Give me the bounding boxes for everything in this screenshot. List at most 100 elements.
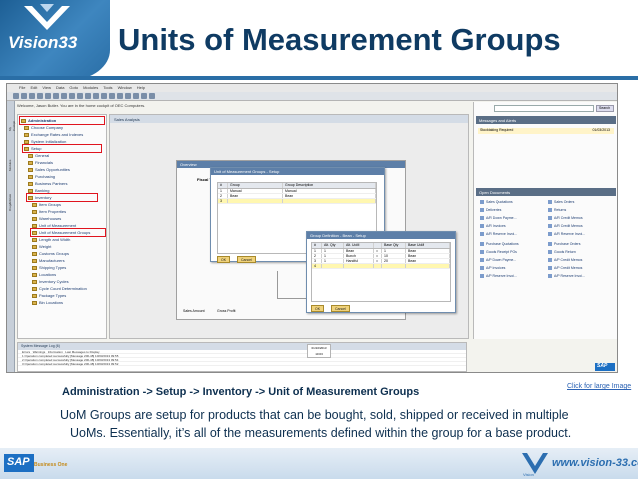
menu-item-view[interactable]: View bbox=[42, 85, 51, 91]
cancel-button[interactable]: Cancel bbox=[331, 305, 350, 312]
sap-app-screenshot[interactable]: File Edit View Data Goto Modules Tools W… bbox=[6, 83, 618, 373]
doc-link[interactable]: A/R Credit Memos bbox=[548, 224, 583, 228]
side-tab-drag-relate[interactable]: Drag&Relate bbox=[8, 194, 12, 211]
doc-link[interactable]: A/R Credit Memos bbox=[548, 216, 583, 220]
document-icon bbox=[548, 232, 552, 236]
doc-link[interactable]: A/P Credit Memos bbox=[548, 258, 582, 262]
doc-link[interactable]: A/R Invoices bbox=[480, 224, 506, 228]
menu-item-data[interactable]: Data bbox=[56, 85, 64, 91]
tree-item[interactable]: Item Groups bbox=[32, 201, 61, 208]
gross-profit-radio[interactable]: Gross Profit bbox=[217, 309, 235, 313]
doc-link[interactable]: Sales Orders bbox=[548, 200, 574, 204]
system-message-log[interactable]: System Message Log (6) Errors Warnings I… bbox=[17, 342, 467, 372]
log-row[interactable]: 3 Operation completed successfully [Mess… bbox=[18, 362, 466, 366]
group-definition-grid[interactable]: # Alt. Qty Alt. UoM Base Qty Base UoM 1 … bbox=[311, 242, 451, 302]
toolbar-button[interactable] bbox=[45, 93, 51, 99]
tree-item[interactable]: Exchange Rates and Indexes bbox=[24, 131, 83, 138]
menu-item-edit[interactable]: Edit bbox=[30, 85, 37, 91]
toolbar-button[interactable] bbox=[117, 93, 123, 99]
doc-link[interactable]: Purchase Orders bbox=[548, 242, 580, 246]
menu-item-file[interactable]: File bbox=[19, 85, 25, 91]
toolbar-button[interactable] bbox=[13, 93, 19, 99]
toolbar-button[interactable] bbox=[21, 93, 27, 99]
tree-item[interactable]: Manufacturers bbox=[32, 257, 65, 264]
tree-item[interactable]: Weight bbox=[32, 243, 51, 250]
doc-link[interactable]: A/R Reserve Invoi... bbox=[480, 232, 517, 236]
doc-link[interactable]: A/R Reserve Invoi... bbox=[548, 232, 585, 236]
doc-link[interactable]: Purchase Quotations bbox=[480, 242, 519, 246]
toolbar-button[interactable] bbox=[29, 93, 35, 99]
toolbar-button[interactable] bbox=[101, 93, 107, 99]
cancel-button[interactable]: Cancel bbox=[237, 256, 256, 263]
toolbar-button[interactable] bbox=[93, 93, 99, 99]
toolbar-button[interactable] bbox=[85, 93, 91, 99]
message-row[interactable]: Stocktaking Required 01/03/2013 bbox=[478, 128, 614, 134]
toolbar-button[interactable] bbox=[77, 93, 83, 99]
tree-item[interactable]: Inventory Cycles bbox=[32, 278, 69, 285]
tree-item[interactable]: Business Partners bbox=[28, 180, 67, 187]
tree-item[interactable]: Financials bbox=[28, 159, 53, 166]
search-button[interactable]: Search bbox=[596, 105, 614, 112]
toolbar-button[interactable] bbox=[37, 93, 43, 99]
folder-icon bbox=[28, 167, 33, 172]
tree-item[interactable]: Shipping Types bbox=[32, 264, 66, 271]
tree-item[interactable]: Customs Groups bbox=[32, 250, 69, 257]
doc-link[interactable]: A/P Reserve Invoi... bbox=[480, 274, 517, 278]
page-title: Units of Measurement Groups bbox=[118, 22, 561, 57]
tree-item[interactable]: Cycle Count Determination bbox=[32, 285, 87, 292]
search-input[interactable] bbox=[494, 105, 594, 112]
header-divider bbox=[0, 76, 638, 80]
tree-item[interactable]: Purchasing bbox=[28, 173, 55, 180]
toolbar-button[interactable] bbox=[109, 93, 115, 99]
tree-item[interactable]: General bbox=[28, 152, 49, 159]
doc-link[interactable]: A/P Down Payme... bbox=[480, 258, 516, 262]
tree-item[interactable]: Choose Company bbox=[24, 124, 63, 131]
group-definition-window[interactable]: Group Definition - Bean - Setup # Alt. Q… bbox=[306, 231, 456, 313]
doc-link[interactable]: A/P Reserve Invoi... bbox=[548, 274, 585, 278]
messages-alerts-header[interactable]: Messages and Alerts bbox=[476, 116, 616, 124]
highlight-setup bbox=[22, 144, 102, 153]
side-tab-modules[interactable]: Modules bbox=[8, 160, 12, 171]
menu-item-tools[interactable]: Tools bbox=[103, 85, 112, 91]
toolbar-button[interactable] bbox=[53, 93, 59, 99]
ok-button[interactable]: OK bbox=[311, 305, 325, 312]
toolbar-button[interactable] bbox=[69, 93, 75, 99]
system-log-title: System Message Log (6) bbox=[21, 344, 60, 348]
doc-link[interactable]: Returns bbox=[548, 208, 566, 212]
table-row[interactable]: 3 bbox=[218, 199, 376, 204]
menu-item-goto[interactable]: Goto bbox=[69, 85, 78, 91]
doc-link[interactable]: Sales Quotations bbox=[480, 200, 513, 204]
menu-item-modules[interactable]: Modules bbox=[83, 85, 98, 91]
tree-item[interactable]: Bin Locations bbox=[32, 299, 63, 306]
sales-amount-radio[interactable]: Sales Amount bbox=[183, 309, 205, 313]
website-url[interactable]: www.vision-33.com bbox=[552, 457, 638, 469]
toolbar-button[interactable] bbox=[141, 93, 147, 99]
menu-item-window[interactable]: Window bbox=[118, 85, 132, 91]
toolbar-button[interactable] bbox=[61, 93, 67, 99]
doc-link[interactable]: A/P Invoices bbox=[480, 266, 505, 270]
table-row[interactable]: 4 bbox=[312, 264, 450, 269]
sap-business-one-label: Business One bbox=[34, 462, 68, 468]
click-for-large-image-link[interactable]: Click for large Image bbox=[567, 383, 631, 390]
tree-item[interactable]: Warehouses bbox=[32, 215, 61, 222]
tree-item[interactable]: Sales Opportunities bbox=[28, 166, 70, 173]
document-icon bbox=[480, 242, 484, 246]
doc-link[interactable]: Goods Receipt POs bbox=[480, 250, 517, 254]
tree-item[interactable]: Item Properties bbox=[32, 208, 66, 215]
open-documents-header[interactable]: Open Documents bbox=[476, 188, 616, 196]
tree-item[interactable]: Package Types bbox=[32, 292, 66, 299]
toolbar-button[interactable] bbox=[125, 93, 131, 99]
toolbar-button[interactable] bbox=[133, 93, 139, 99]
tree-item[interactable]: Length and Width bbox=[32, 236, 70, 243]
doc-link[interactable]: Deliveries bbox=[480, 208, 501, 212]
toolbar-button[interactable] bbox=[149, 93, 155, 99]
ok-button[interactable]: OK bbox=[217, 256, 231, 263]
doc-link[interactable]: A/R Down Payme... bbox=[480, 216, 517, 220]
menu-item-help[interactable]: Help bbox=[137, 85, 145, 91]
column-header: Group bbox=[228, 183, 283, 188]
folder-icon bbox=[32, 265, 37, 270]
tree-item[interactable]: Locations bbox=[32, 271, 56, 278]
side-tab-cockpit[interactable]: My Cockpit bbox=[8, 121, 16, 131]
doc-link[interactable]: Goods Return bbox=[548, 250, 576, 254]
doc-link[interactable]: A/P Credit Memos bbox=[548, 266, 582, 270]
